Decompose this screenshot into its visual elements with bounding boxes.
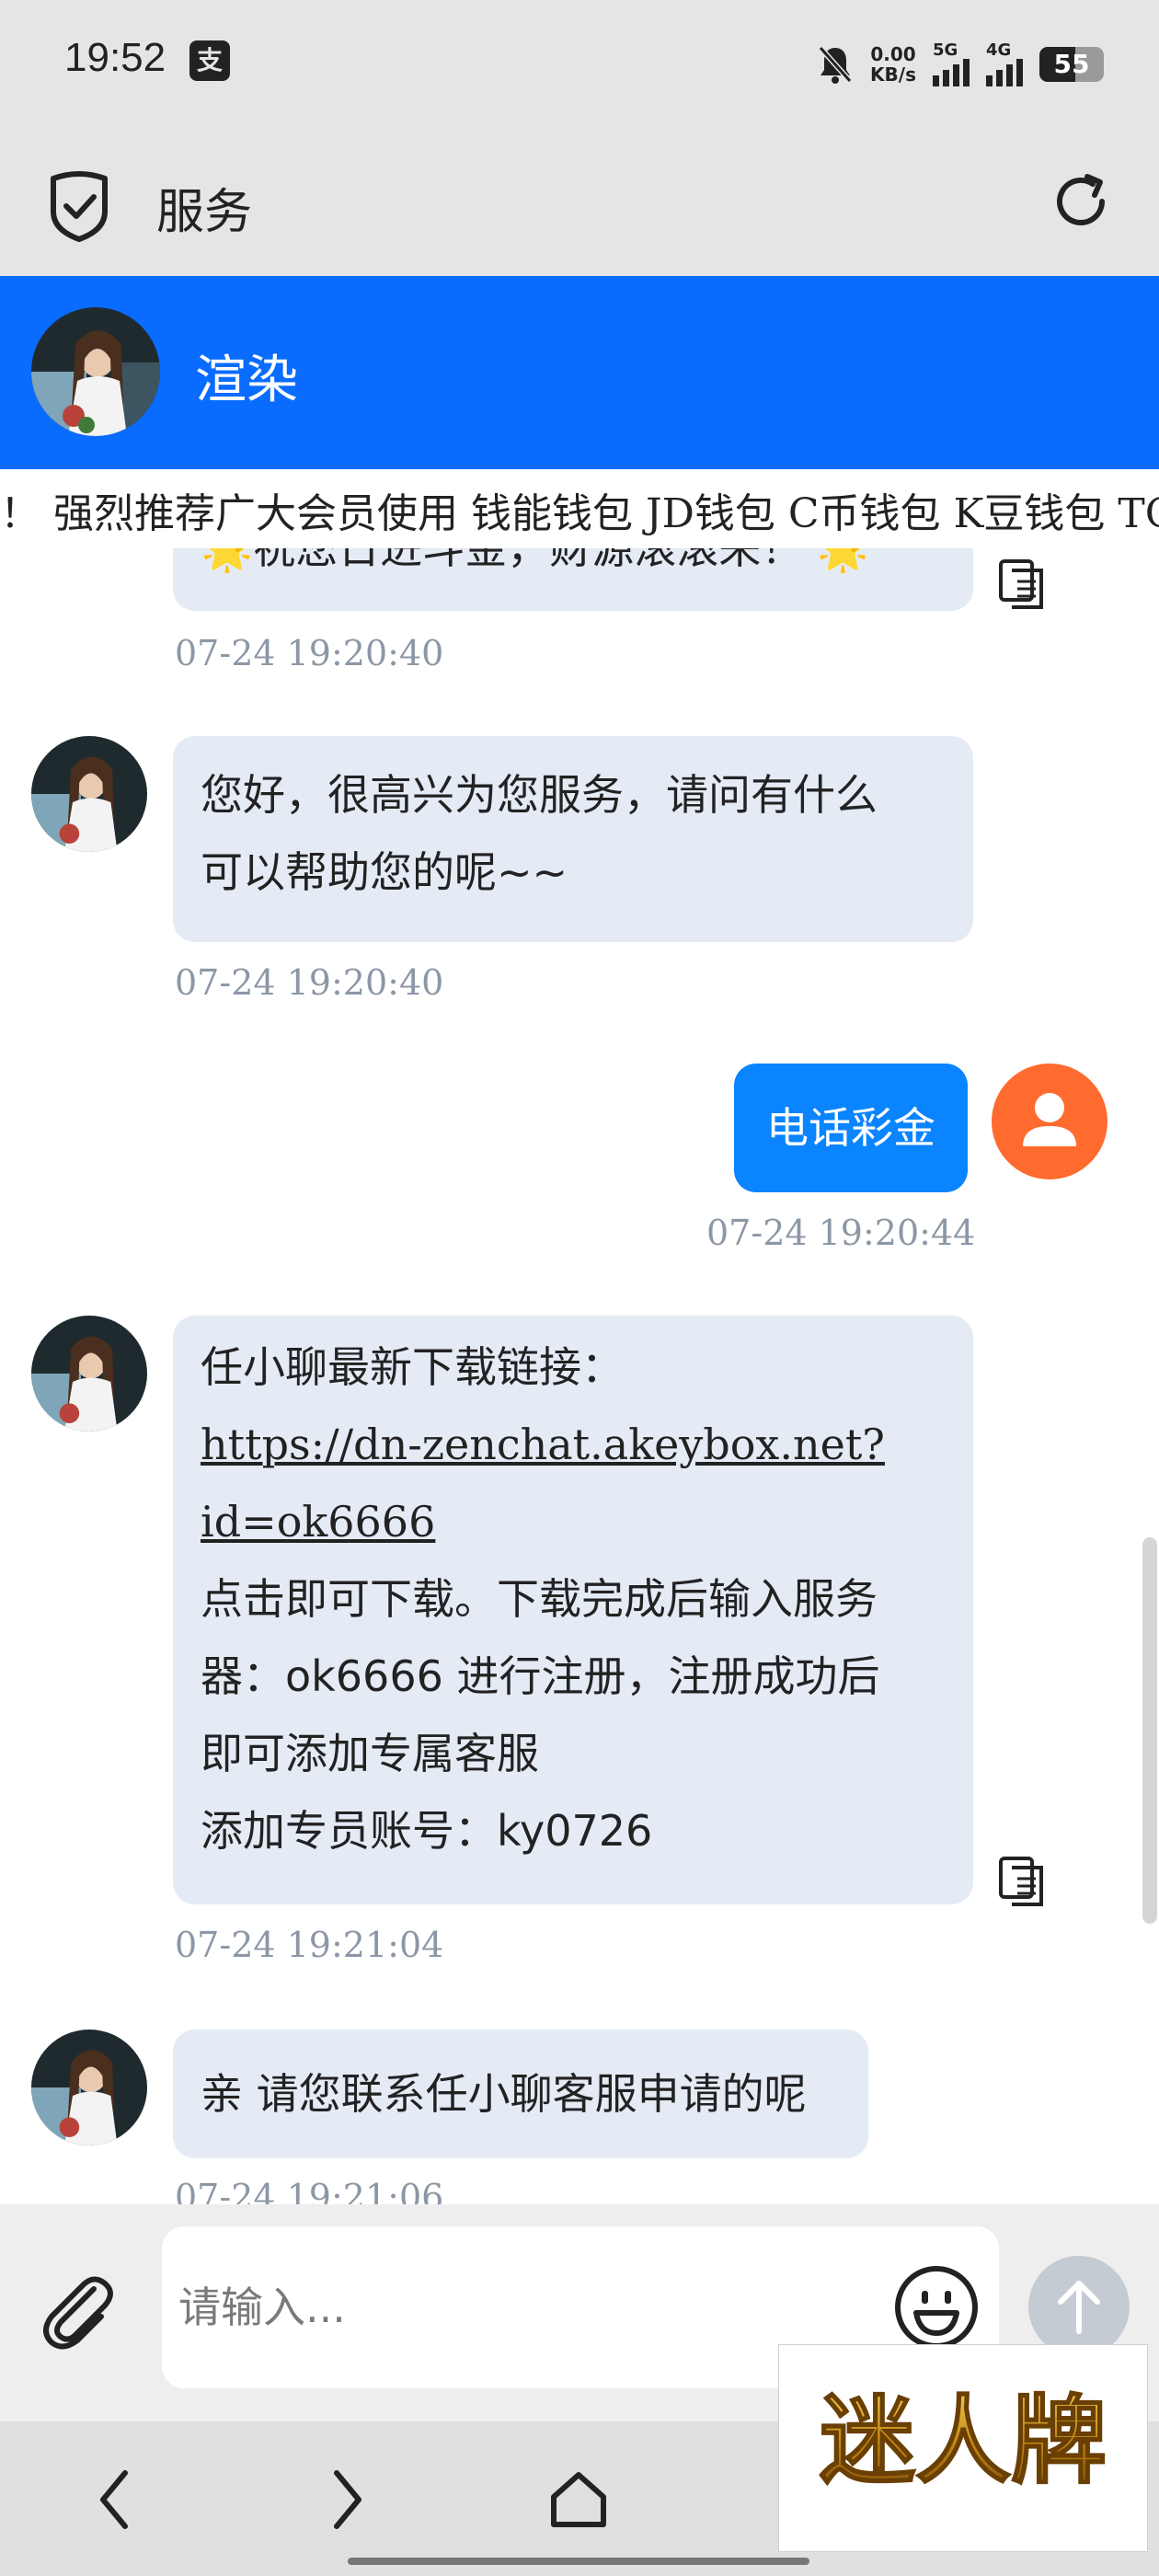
message-timestamp: 07-24 19:20:40 [175,633,444,673]
message-text: 器：ok6666 进行注册，注册成功后 [201,1651,880,1701]
message-text: 电话彩金 [766,1103,935,1153]
signal-5g-label: 5G [933,40,958,60]
message-text: 您好，很高兴为您服务，请问有什么 [201,770,878,820]
message-text: 添加专员账号：ky0726 [201,1806,653,1856]
message-input-placeholder: 请输入... [178,2283,346,2332]
message-timestamp: 07-24 19:21:04 [175,1925,444,1965]
message-bubble[interactable]: 任小聊最新下载链接： https://dn-zenchat.akeybox.ne… [173,1316,973,1904]
agent-avatar[interactable] [31,1316,147,1432]
home-icon[interactable] [546,2467,611,2532]
brand-logo: 迷人牌 [819,2384,1107,2498]
agent-avatar[interactable] [31,2030,147,2145]
battery-icon: 55 [1039,47,1104,82]
gesture-handle[interactable] [348,2558,809,2565]
announcement-text: ！ 强烈推荐广大会员使用 钱能钱包 JD钱包 C币钱包 K豆钱包 TO [0,490,1159,537]
shield-check-icon[interactable] [46,169,112,243]
message-text: 可以帮助您的呢~~ [201,847,568,897]
message-bubble[interactable]: 🌟祝您日进斗金，财源滚滚来！ 🌟 [173,548,973,611]
battery-level: 55 [1053,49,1090,79]
status-time: 19:52 [64,35,166,80]
announcement-marquee: ！ 强烈推荐广大会员使用 钱能钱包 JD钱包 C币钱包 K豆钱包 TO [0,469,1159,549]
chat-header: 渲染 [0,276,1159,469]
chat-messages[interactable]: 🌟祝您日进斗金，财源滚滚来！ 🌟 07-24 19:20:40 您好，很高兴为您… [0,548,1159,2204]
signal-5g-icon: 5G [933,40,970,86]
message-bubble[interactable]: 亲 请您联系任小聊客服申请的呢 [173,2030,868,2158]
alipay-notification-icon: 支 [189,40,230,81]
contact-name: 渲染 [195,351,298,410]
message-text: 🌟祝您日进斗金，财源滚滚来！ 🌟 [201,548,870,573]
message-timestamp: 07-24 19:21:06 [175,2177,444,2204]
signal-4g-icon: 4G [986,40,1023,86]
download-link[interactable]: https://dn-zenchat.akeybox.net? [201,1420,885,1469]
copy-icon[interactable] [997,558,1045,609]
person-icon [1023,1093,1076,1146]
network-speed: 0.00 KB/s [870,44,916,85]
page-title: 服务 [156,185,253,240]
status-indicators: 0.00 KB/s 5G 4G 55 [817,37,1104,92]
agent-avatar[interactable] [31,736,147,852]
paperclip-icon[interactable] [37,2271,121,2355]
contact-avatar[interactable] [31,307,160,436]
message-text: 任小聊最新下载链接： [201,1342,624,1392]
back-icon[interactable] [94,2467,134,2532]
app-bar: 服务 [0,129,1159,276]
message-text: 亲 请您联系任小聊客服申请的呢 [201,2069,807,2119]
download-link-cont[interactable]: id=ok6666 [201,1497,435,1547]
net-speed-unit: KB/s [870,63,916,86]
message-bubble[interactable]: 您好，很高兴为您服务，请问有什么 可以帮助您的呢~~ [173,736,973,942]
message-text: 点击即可下载。下载完成后输入服务 [201,1574,878,1624]
message-timestamp: 07-24 19:20:44 [706,1213,976,1253]
svg-text:迷人牌: 迷人牌 [820,2385,1107,2497]
signal-4g-label: 4G [986,40,1012,60]
message-text: 即可添加专属客服 [201,1729,539,1778]
brand-watermark: 迷人牌 [778,2344,1148,2552]
send-button[interactable] [1028,2256,1130,2357]
bell-muted-icon [818,46,853,84]
message-timestamp: 07-24 19:20:40 [175,962,444,1003]
status-bar: 19:52 支 0.00 KB/s 5G 4G 55 [0,0,1159,129]
forward-icon[interactable] [327,2467,368,2532]
user-message-bubble[interactable]: 电话彩金 [734,1064,968,1192]
refresh-icon[interactable] [1049,169,1113,234]
emoji-icon[interactable] [892,2263,981,2352]
net-speed-value: 0.00 [870,43,916,65]
arrow-up-icon [1058,2281,1100,2334]
copy-icon[interactable] [997,1855,1045,1906]
user-avatar[interactable] [992,1064,1107,1179]
chat-scrollbar[interactable] [1142,1537,1157,1924]
